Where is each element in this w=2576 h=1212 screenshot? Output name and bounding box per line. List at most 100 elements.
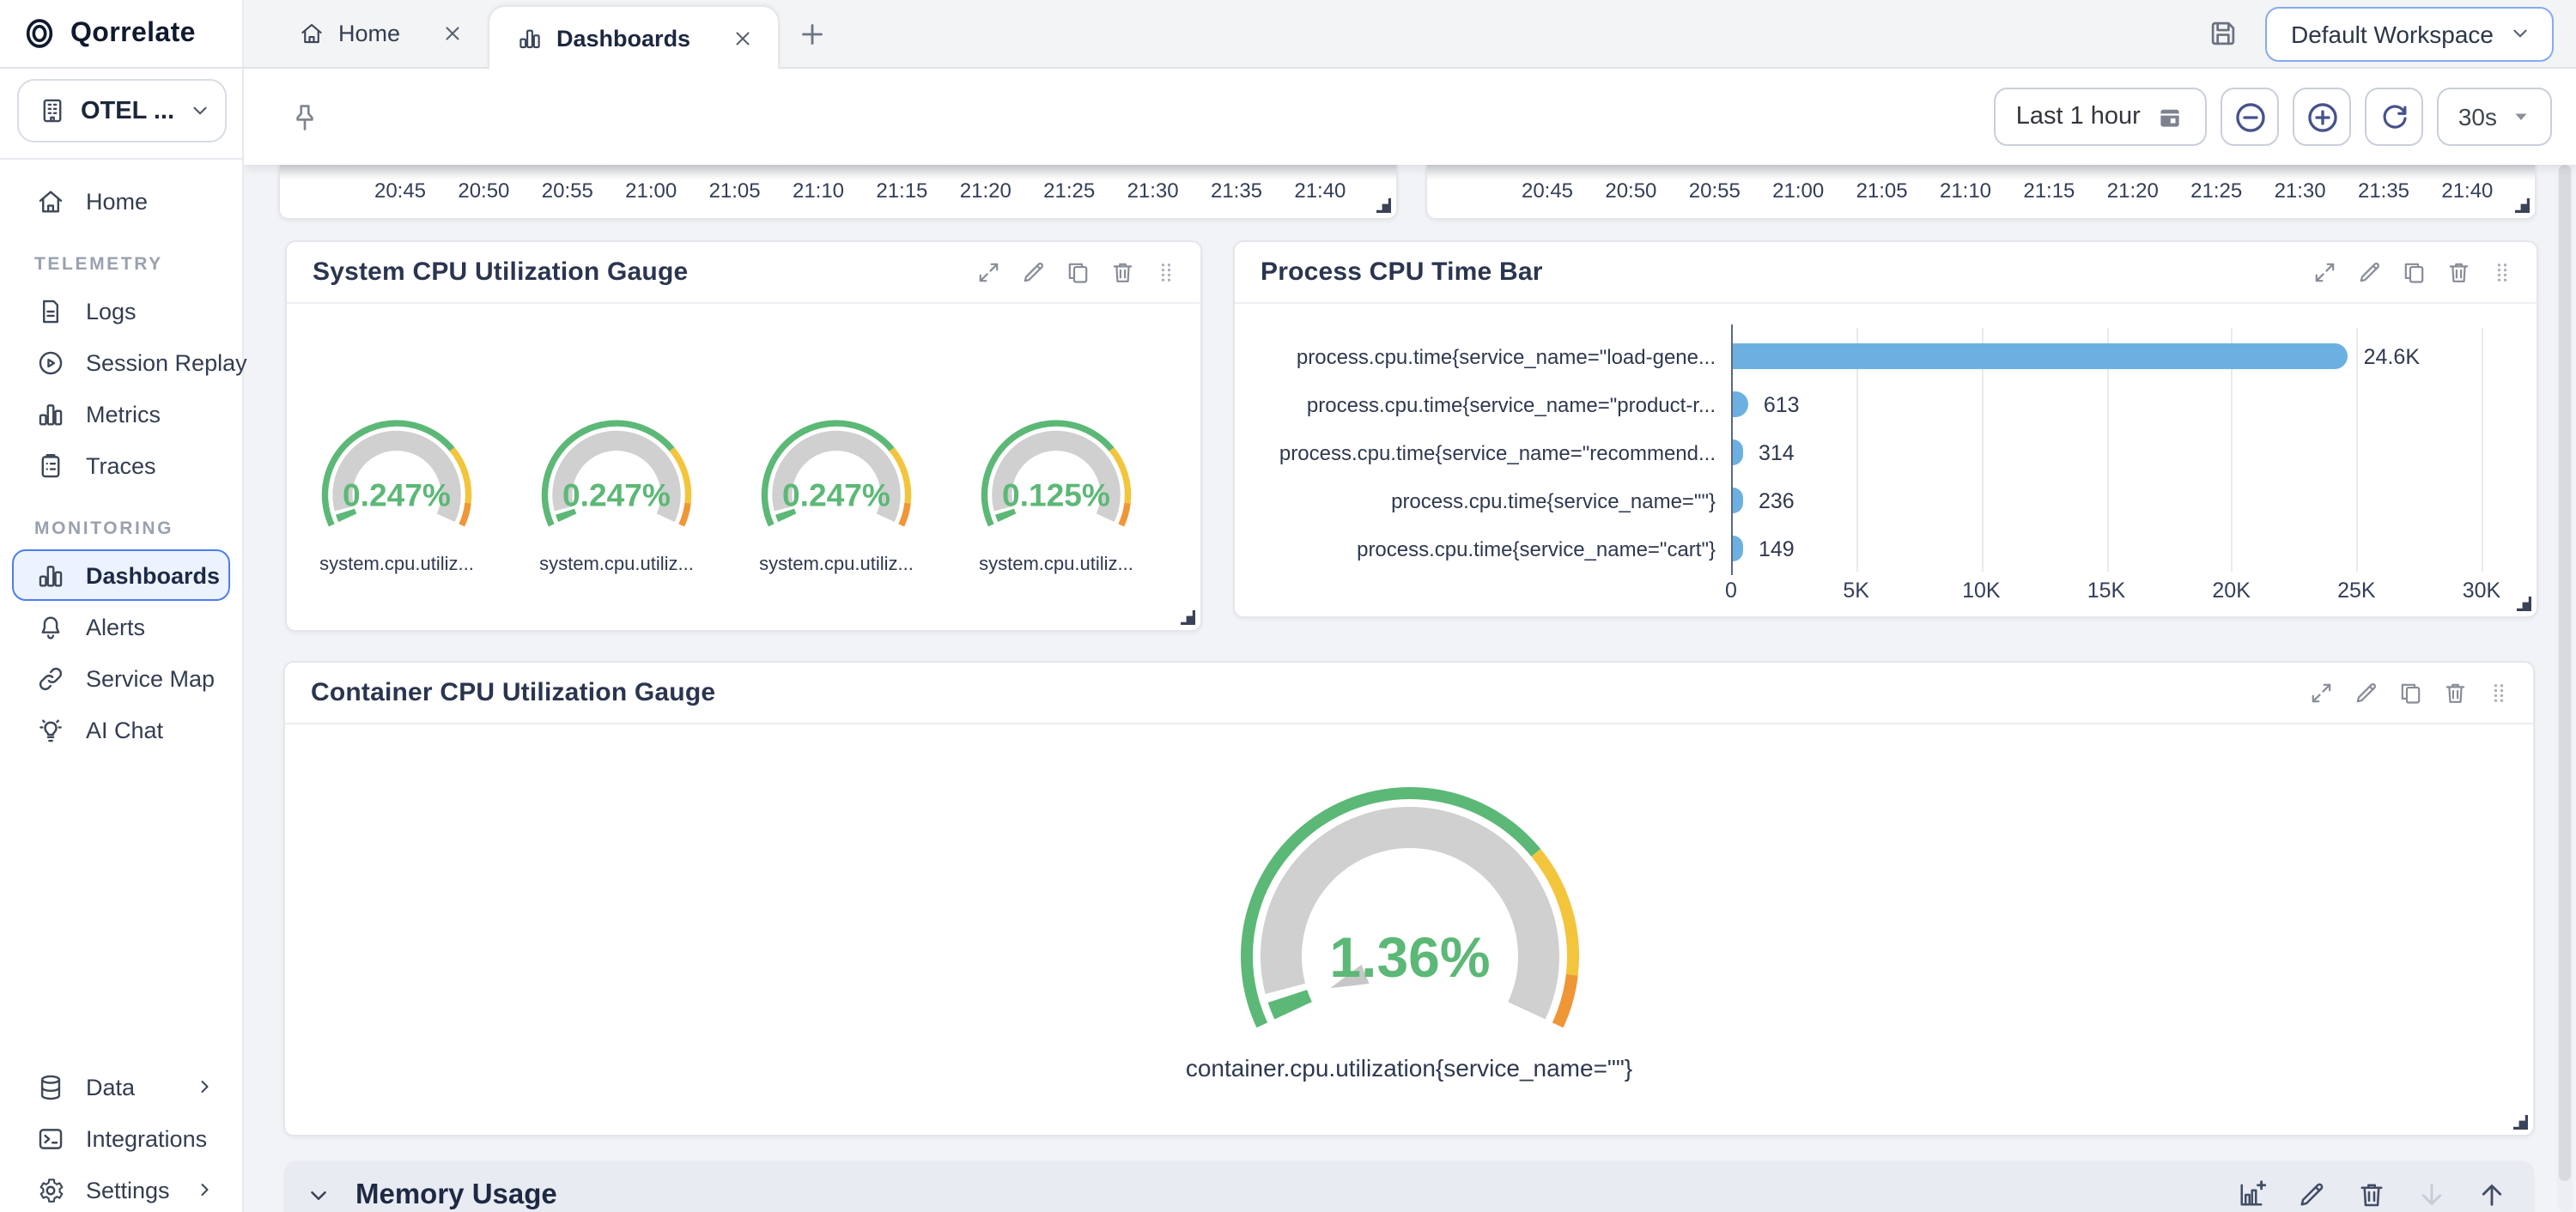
time-tick-label: 21:40: [2441, 179, 2493, 203]
time-tick-label: 21:10: [1940, 179, 1991, 203]
resize-handle-icon[interactable]: [2514, 594, 2531, 611]
edit-icon[interactable]: [1020, 259, 1047, 286]
panel-container-cpu-gauge: Container CPU Utilization Gauge 1.36%con…: [283, 661, 2535, 1136]
org-selector[interactable]: OTEL ...: [17, 79, 227, 142]
duplicate-icon[interactable]: [1065, 259, 1091, 286]
move-up-icon[interactable]: [2476, 1179, 2507, 1210]
home-icon: [36, 186, 65, 215]
bar-value-label: 236: [1759, 487, 1795, 514]
expand-icon[interactable]: [975, 259, 1002, 286]
delete-icon[interactable]: [2356, 1179, 2387, 1210]
sidebar-item-session-replay[interactable]: Session Replay: [12, 336, 230, 388]
sidebar-item-dashboards[interactable]: Dashboards: [12, 549, 230, 601]
scrollbar-thumb[interactable]: [2559, 165, 2571, 1181]
sidebar-section-label: TELEMETRY: [12, 227, 230, 285]
collapse-chevron-icon[interactable]: [306, 1182, 331, 1208]
new-tab-button[interactable]: [797, 19, 828, 50]
bar-value-label: 24.6K: [2364, 342, 2420, 370]
move-down-icon: [2416, 1179, 2447, 1210]
time-tick-label: 21:15: [2023, 179, 2075, 203]
sidebar-item-service-map[interactable]: Service Map: [12, 652, 230, 704]
edit-icon[interactable]: [2356, 259, 2383, 286]
bell-icon: [36, 612, 65, 641]
close-tab-icon[interactable]: [441, 21, 464, 44]
close-tab-icon[interactable]: [732, 27, 754, 49]
dashboard-toolbar: Last 1 hour 30s: [244, 69, 2576, 165]
org-label: OTEL ...: [81, 97, 175, 124]
database-icon: [36, 1072, 65, 1101]
expand-icon[interactable]: [2312, 259, 2338, 286]
bar: [1733, 488, 1743, 513]
horizontal-bar-chart: 05K10K15K20K25K30Kprocess.cpu.time{servi…: [1235, 304, 2537, 620]
time-range-button[interactable]: Last 1 hour: [1994, 88, 2208, 146]
sidebar-item-data[interactable]: Data: [12, 1061, 230, 1112]
bar-category-label: process.cpu.time{service_name="recommend…: [1235, 439, 1716, 466]
duplicate-icon[interactable]: [2401, 259, 2427, 286]
edit-icon[interactable]: [2296, 1179, 2327, 1210]
terminal-icon: [36, 1124, 65, 1153]
x-tick-label: 25K: [2318, 579, 2394, 603]
resize-handle-icon[interactable]: [2511, 1112, 2528, 1130]
bulb-icon: [36, 715, 65, 744]
panel-header: Process CPU Time Bar: [1235, 242, 2537, 304]
add-chart-icon[interactable]: [2236, 1179, 2267, 1210]
sidebar-item-label: Data: [86, 1074, 173, 1100]
sidebar-item-logs[interactable]: Logs: [12, 285, 230, 336]
sidebar: OTEL ... HomeTELEMETRYLogsSession Replay…: [0, 69, 244, 1212]
refresh-button[interactable]: [2366, 88, 2424, 146]
pin-icon[interactable]: [289, 100, 321, 133]
tab-home[interactable]: Home: [271, 0, 488, 67]
qorrelate-logo-icon: [22, 15, 57, 52]
tab-dashboards[interactable]: Dashboards: [488, 5, 780, 69]
vertical-scrollbar[interactable]: [2557, 165, 2573, 1212]
gauge-metric-label: system.cpu.utiliz...: [759, 554, 914, 575]
edit-icon[interactable]: [2353, 680, 2379, 706]
sidebar-item-ai-chat[interactable]: AI Chat: [12, 704, 230, 755]
partial-chart-panel-right: 20:4520:5020:5521:0021:0521:1021:1521:20…: [1425, 165, 2537, 220]
refresh-interval-dropdown[interactable]: 30s: [2438, 88, 2552, 146]
zoom-out-button[interactable]: [2221, 88, 2280, 146]
time-tick-label: 21:35: [1211, 179, 1262, 203]
logo-text: Qorrelate: [70, 18, 196, 49]
resize-handle-icon[interactable]: [2512, 196, 2530, 213]
bar: [1733, 536, 1743, 561]
zoom-in-button[interactable]: [2293, 88, 2352, 146]
gauge-metric-label: system.cpu.utiliz...: [319, 554, 474, 575]
expand-icon[interactable]: [2308, 680, 2335, 706]
bar-value-label: 314: [1759, 439, 1795, 466]
time-tick-label: 21:15: [876, 179, 927, 203]
sidebar-item-label: Dashboards: [86, 562, 220, 588]
sidebar-item-settings[interactable]: Settings: [12, 1164, 230, 1212]
duplicate-icon[interactable]: [2397, 680, 2424, 706]
sidebar-item-label: Session Replay: [86, 349, 247, 375]
workspace-selector[interactable]: Default Workspace: [2265, 6, 2554, 61]
drag-icon[interactable]: [2487, 680, 2511, 706]
save-icon[interactable]: [2207, 17, 2239, 50]
bar-category-label: process.cpu.time{service_name="load-gene…: [1235, 342, 1716, 370]
toolbar-controls: Last 1 hour 30s: [1994, 88, 2552, 146]
system-cpu-gauge: 0.247%system.cpu.utiliz...: [287, 412, 507, 575]
drag-icon[interactable]: [2490, 259, 2514, 286]
top-bar-right: Default Workspace: [2207, 0, 2576, 67]
panel-title: Process CPU Time Bar: [1261, 258, 1543, 287]
sidebar-item-label: Service Map: [86, 665, 215, 691]
sidebar-item-home[interactable]: Home: [12, 175, 230, 227]
delete-icon[interactable]: [1109, 259, 1136, 286]
sidebar-item-alerts[interactable]: Alerts: [12, 601, 230, 652]
gauge-metric-label: system.cpu.utiliz...: [539, 554, 694, 575]
sidebar-item-traces[interactable]: Traces: [12, 439, 230, 491]
resize-handle-icon[interactable]: [1374, 196, 1391, 213]
time-tick-label: 21:30: [1127, 179, 1179, 203]
sidebar-item-metrics[interactable]: Metrics: [12, 388, 230, 439]
file-icon: [36, 296, 65, 325]
resize-handle-icon[interactable]: [1178, 608, 1195, 625]
sidebar-item-integrations[interactable]: Integrations: [12, 1112, 230, 1164]
drag-icon[interactable]: [1154, 259, 1178, 286]
sidebar-item-label: Metrics: [86, 401, 215, 427]
chevron-right-icon: [194, 1179, 215, 1200]
bar-chart-icon: [36, 399, 65, 428]
delete-icon[interactable]: [2442, 680, 2469, 706]
delete-icon[interactable]: [2445, 259, 2472, 286]
workspace-label: Default Workspace: [2291, 20, 2494, 47]
time-tick-label: 20:55: [1689, 179, 1741, 203]
